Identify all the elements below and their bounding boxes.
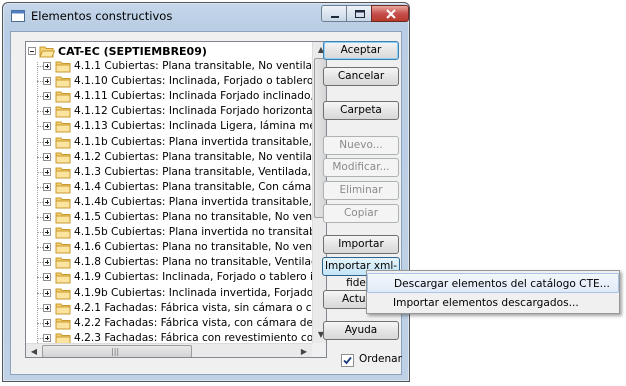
dialog-window: Elementos constructivos CAT-EC (SEPTIEMB… <box>2 2 410 382</box>
folder-icon <box>55 197 71 209</box>
tree-root-label: CAT-EC (SEPTIEMBRE09) <box>58 45 207 58</box>
expand-icon[interactable] <box>43 333 51 342</box>
close-button[interactable] <box>371 5 409 22</box>
carpeta-button[interactable]: Carpeta <box>323 101 399 120</box>
folder-open-icon <box>39 46 55 58</box>
tree-item-label: 4.1.6 Cubiertas: Plana no transitable, N… <box>74 241 326 254</box>
folder-icon <box>55 167 71 179</box>
folder-icon <box>55 137 71 148</box>
menu-item-descargar[interactable]: Descargar elementos del catálogo CTE... <box>367 273 619 293</box>
tree-item-label: 4.1.8 Cubiertas: Plana no transitable, V… <box>74 256 327 269</box>
expand-icon[interactable] <box>43 107 51 116</box>
expand-icon[interactable] <box>43 167 51 176</box>
title-bar[interactable]: Elementos constructivos <box>3 3 409 29</box>
dialog-client-area: CAT-EC (SEPTIEMBRE09) 4.1.1 Cubiertas: P… <box>10 31 402 375</box>
expand-icon[interactable] <box>43 92 51 101</box>
tree-item-label: 4.1.5b Cubiertas: Plana invertida no tra… <box>74 226 327 239</box>
folder-icon <box>55 227 71 239</box>
folder-icon <box>55 257 71 269</box>
scroll-right-arrow-icon[interactable]: ▶ <box>296 344 312 357</box>
checkmark-icon <box>343 356 352 365</box>
expand-icon[interactable] <box>43 303 51 312</box>
expand-icon[interactable] <box>43 152 51 161</box>
tree-item-label: 4.1.4b Cubiertas: Plana invertida transi… <box>74 195 326 208</box>
tree-item-label: 4.1.1 Cubiertas: Plana transitable, No v… <box>74 60 327 72</box>
expand-icon[interactable] <box>43 318 51 327</box>
tree-item-label: 4.1.9b Cubiertas: Inclinada invertida, F… <box>74 286 326 299</box>
nuevo-button[interactable]: Nuevo... <box>323 136 399 155</box>
expand-icon[interactable] <box>43 258 51 267</box>
folder-icon <box>55 318 71 330</box>
collapse-icon[interactable] <box>28 47 36 55</box>
ordenar-label: Ordenar <box>359 353 402 365</box>
expand-icon[interactable] <box>43 62 51 70</box>
tree-item-label: 4.1.3 Cubiertas: Plana transitable, Vent… <box>74 165 326 178</box>
folder-icon <box>55 76 71 88</box>
folder-icon <box>55 61 71 73</box>
tree-item-label: 4.1.1b Cubiertas: Plana invertida transi… <box>74 135 326 148</box>
expand-icon[interactable] <box>43 228 51 237</box>
folder-icon <box>55 152 71 164</box>
ayuda-button[interactable]: Ayuda <box>323 321 399 340</box>
tree-item-label: 4.1.5 Cubiertas: Plana no transitable, N… <box>74 211 326 223</box>
folder-icon <box>55 212 71 224</box>
expand-icon[interactable] <box>43 288 51 297</box>
window-title: Elementos constructivos <box>31 9 173 23</box>
expand-icon[interactable] <box>43 137 51 146</box>
minimize-button[interactable] <box>321 5 347 22</box>
folder-icon <box>55 303 71 315</box>
expand-icon[interactable] <box>43 273 51 282</box>
modificar-button[interactable]: Modificar... <box>323 158 399 177</box>
folder-icon <box>55 106 71 118</box>
tree-horizontal-scrollbar[interactable]: ◀ ||| ▶ <box>26 343 312 357</box>
expand-icon[interactable] <box>43 122 51 131</box>
folder-icon <box>55 182 71 194</box>
expand-icon[interactable] <box>43 213 51 221</box>
horizontal-scroll-thumb[interactable]: ||| <box>42 345 192 357</box>
expand-icon[interactable] <box>43 243 51 252</box>
maximize-icon <box>355 10 365 18</box>
element-tree[interactable]: CAT-EC (SEPTIEMBRE09) 4.1.1 Cubiertas: P… <box>25 41 327 358</box>
import-context-menu: Descargar elementos del catálogo CTE... … <box>366 270 620 314</box>
importar-ecx-button[interactable]: Importar ecx... <box>323 235 399 267</box>
scroll-left-arrow-icon[interactable]: ◀ <box>26 344 42 357</box>
app-window-icon <box>11 10 25 22</box>
tree-item-label: 4.1.4 Cubiertas: Plana transitable, Con … <box>74 180 326 193</box>
expand-icon[interactable] <box>43 77 51 86</box>
eliminar-button[interactable]: Eliminar <box>323 181 399 200</box>
tree-item-label: 4.1.9 Cubiertas: Inclinada, Forjado o ta… <box>74 271 326 284</box>
folder-icon <box>55 242 71 254</box>
menu-item-importar-descargados[interactable]: Importar elementos descargados... <box>367 293 619 313</box>
scroll-corner <box>312 343 326 357</box>
cancelar-button[interactable]: Cancelar <box>323 67 399 86</box>
tree-item-label: 4.1.11 Cubiertas: Inclinada Forjado incl… <box>74 90 326 103</box>
grip-icon: ||| <box>111 347 120 356</box>
tree-item-label: 4.1.12 Cubiertas: Inclinada Forjado hori… <box>74 105 326 118</box>
copiar-button[interactable]: Copiar <box>323 204 399 223</box>
tree-item-label: 4.1.10 Cubiertas: Inclinada, Forjado o t… <box>74 75 326 88</box>
maximize-button[interactable] <box>346 5 372 22</box>
tree-item-label: 4.1.2 Cubiertas: Plana transitable, No v… <box>74 150 327 163</box>
expand-icon[interactable] <box>43 182 51 191</box>
minimize-icon <box>331 16 339 18</box>
aceptar-button[interactable]: Aceptar <box>323 41 399 60</box>
folder-icon <box>55 91 71 103</box>
folder-icon <box>55 121 71 133</box>
ordenar-checkbox[interactable] <box>341 354 354 367</box>
folder-icon <box>55 272 71 284</box>
tree-item-label: 4.1.13 Cubiertas: Inclinada Ligera, lámi… <box>74 120 326 133</box>
folder-icon <box>55 288 71 299</box>
tree-item-label: 4.2.1 Fachadas: Fábrica vista, sin cámar… <box>74 301 326 314</box>
tree-item-label: 4.2.2 Fachadas: Fábrica vista, con cámar… <box>74 316 326 329</box>
close-icon <box>386 9 396 19</box>
expand-icon[interactable] <box>43 197 51 206</box>
